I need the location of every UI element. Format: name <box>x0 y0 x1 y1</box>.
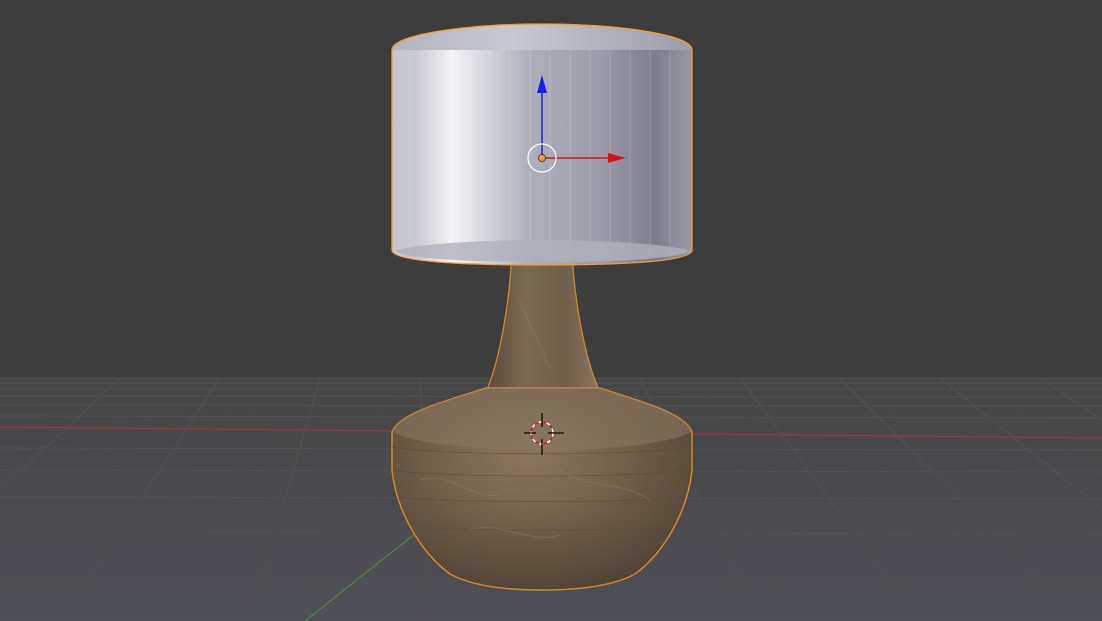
3d-viewport[interactable] <box>0 0 1102 621</box>
object-origin-dot <box>538 154 546 162</box>
